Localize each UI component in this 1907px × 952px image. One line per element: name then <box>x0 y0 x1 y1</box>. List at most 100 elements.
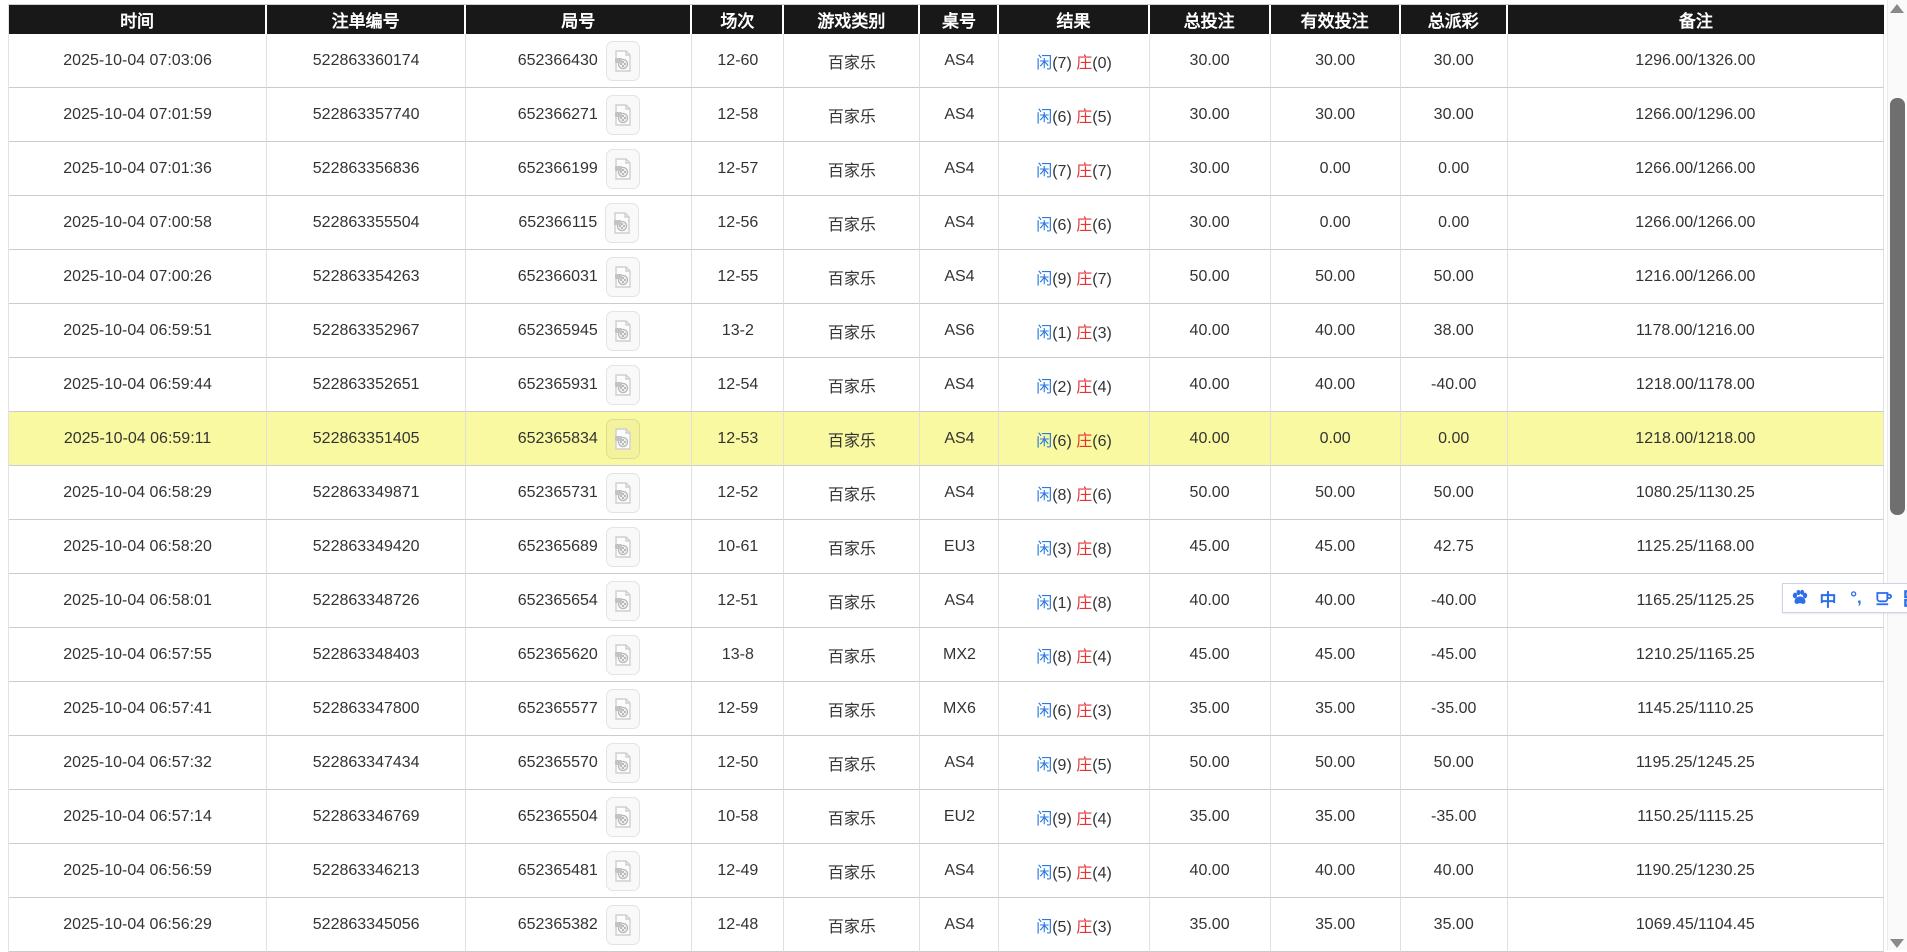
cell-total_bet[interactable]: 50.00 <box>1150 466 1271 520</box>
table-row[interactable]: 2025-10-04 06:58:29522863349871652365731… <box>9 466 1884 520</box>
table-row[interactable]: 2025-10-04 06:56:59522863346213652365481… <box>9 844 1884 898</box>
cell-round_id: 652366271 <box>466 88 692 142</box>
cell-total_bet[interactable]: 40.00 <box>1150 304 1271 358</box>
video-replay-button[interactable] <box>606 851 640 891</box>
table-row[interactable]: 2025-10-04 06:56:29522863345056652365382… <box>9 898 1884 952</box>
vertical-scrollbar-track[interactable] <box>1887 0 1907 950</box>
player-result-label: 闲 <box>1036 487 1052 504</box>
punctuation-mode-toggle[interactable]: °, <box>1845 586 1867 610</box>
table-row[interactable]: 2025-10-04 06:57:32522863347434652365570… <box>9 736 1884 790</box>
player-result-value: (2) <box>1052 379 1076 396</box>
player-result-value: (9) <box>1052 271 1076 288</box>
player-result-label: 闲 <box>1036 703 1052 720</box>
tools-grid-icon[interactable] <box>1901 586 1907 610</box>
cell-game: 百家乐 <box>784 412 920 466</box>
video-replay-button[interactable] <box>606 635 640 675</box>
table-row[interactable]: 2025-10-04 07:01:36522863356836652366199… <box>9 142 1884 196</box>
video-replay-button[interactable] <box>606 41 640 81</box>
round-id-value: 652365577 <box>518 700 598 718</box>
table-row[interactable]: 2025-10-04 06:57:14522863346769652365504… <box>9 790 1884 844</box>
table-row[interactable]: 2025-10-04 06:58:20522863349420652365689… <box>9 520 1884 574</box>
table-row[interactable]: 2025-10-04 06:58:01522863348726652365654… <box>9 574 1884 628</box>
scroll-up-arrow-icon[interactable] <box>1890 4 1904 13</box>
cell-total_bet[interactable]: 30.00 <box>1150 196 1271 250</box>
video-replay-button[interactable] <box>606 743 640 783</box>
video-replay-button[interactable] <box>606 689 640 729</box>
cell-result: 闲(6) 庄(3) <box>999 682 1149 736</box>
vertical-scrollbar-thumb[interactable] <box>1890 98 1905 515</box>
player-result-value: (6) <box>1052 217 1076 234</box>
video-replay-button[interactable] <box>606 797 640 837</box>
table-row[interactable]: 2025-10-04 07:00:58522863355504652366115… <box>9 196 1884 250</box>
cell-round_id: 652365689 <box>466 520 692 574</box>
table-row[interactable]: 2025-10-04 07:01:59522863357740652366271… <box>9 88 1884 142</box>
video-replay-button[interactable] <box>606 473 640 513</box>
input-board-icon[interactable] <box>1873 586 1895 610</box>
round-id-value: 652366031 <box>518 268 598 286</box>
cell-total_bet[interactable]: 30.00 <box>1150 88 1271 142</box>
cell-total_bet[interactable]: 40.00 <box>1150 358 1271 412</box>
cell-round_id: 652365570 <box>466 736 692 790</box>
cell-game: 百家乐 <box>784 898 920 952</box>
cell-result: 闲(9) 庄(5) <box>999 736 1149 790</box>
table-row[interactable]: 2025-10-04 06:59:44522863352651652365931… <box>9 358 1884 412</box>
banker-result-label: 庄 <box>1076 811 1092 828</box>
cell-total_bet[interactable]: 40.00 <box>1150 844 1271 898</box>
cell-payout: 40.00 <box>1401 844 1508 898</box>
cell-payout: 0.00 <box>1401 196 1508 250</box>
video-replay-button[interactable] <box>606 311 640 351</box>
scroll-down-arrow-icon[interactable] <box>1890 939 1904 948</box>
cell-game: 百家乐 <box>784 628 920 682</box>
cell-total_bet[interactable]: 35.00 <box>1150 898 1271 952</box>
cell-valid_bet: 40.00 <box>1271 574 1401 628</box>
video-replay-button[interactable] <box>606 365 640 405</box>
cell-bet_id: 522863346213 <box>267 844 466 898</box>
video-replay-button[interactable] <box>606 581 640 621</box>
table-row[interactable]: 2025-10-04 06:59:51522863352967652365945… <box>9 304 1884 358</box>
chinese-mode-toggle[interactable]: 中 <box>1817 586 1839 610</box>
cell-result: 闲(7) 庄(0) <box>999 34 1149 88</box>
cell-total_bet[interactable]: 40.00 <box>1150 412 1271 466</box>
cell-remark: 1080.25/1130.25 <box>1508 466 1884 520</box>
video-replay-button[interactable] <box>606 95 640 135</box>
table-row[interactable]: 2025-10-04 06:57:41522863347800652365577… <box>9 682 1884 736</box>
cell-total_bet[interactable]: 50.00 <box>1150 250 1271 304</box>
banker-result-label: 庄 <box>1076 595 1092 612</box>
video-replay-button[interactable] <box>605 203 639 243</box>
table-row[interactable]: 2025-10-04 07:03:06522863360174652366430… <box>9 34 1884 88</box>
cell-time: 2025-10-04 06:57:41 <box>9 682 267 736</box>
video-replay-button[interactable] <box>606 527 640 567</box>
round-id-value: 652365620 <box>518 646 598 664</box>
video-replay-button[interactable] <box>606 149 640 189</box>
banker-result-label: 庄 <box>1076 757 1092 774</box>
cell-table_no: AS4 <box>920 466 999 520</box>
cell-total_bet[interactable]: 35.00 <box>1150 682 1271 736</box>
cell-table_no: EU2 <box>920 790 999 844</box>
cell-total_bet[interactable]: 40.00 <box>1150 574 1271 628</box>
round-id-value: 652366199 <box>518 160 598 178</box>
table-row[interactable]: 2025-10-04 06:57:55522863348403652365620… <box>9 628 1884 682</box>
column-header-remark: 备注 <box>1508 5 1884 34</box>
cell-total_bet[interactable]: 30.00 <box>1150 142 1271 196</box>
player-result-value: (9) <box>1052 811 1076 828</box>
column-header-total_bet: 总投注 <box>1150 5 1271 34</box>
table-row[interactable]: 2025-10-04 06:59:11522863351405652365834… <box>9 412 1884 466</box>
cell-session: 12-60 <box>692 34 784 88</box>
cell-bet_id: 522863352967 <box>267 304 466 358</box>
cell-total_bet[interactable]: 30.00 <box>1150 34 1271 88</box>
cell-remark: 1210.25/1165.25 <box>1508 628 1884 682</box>
cell-remark: 1069.45/1104.45 <box>1508 898 1884 952</box>
player-result-label: 闲 <box>1036 433 1052 450</box>
cell-total_bet[interactable]: 45.00 <box>1150 520 1271 574</box>
video-replay-button[interactable] <box>606 419 640 459</box>
cell-total_bet[interactable]: 50.00 <box>1150 736 1271 790</box>
cell-total_bet[interactable]: 35.00 <box>1150 790 1271 844</box>
video-replay-button[interactable] <box>606 905 640 945</box>
baidu-paw-icon[interactable] <box>1789 586 1811 610</box>
banker-result-label: 庄 <box>1076 433 1092 450</box>
video-replay-button[interactable] <box>606 257 640 297</box>
table-row[interactable]: 2025-10-04 07:00:26522863354263652366031… <box>9 250 1884 304</box>
cell-total_bet[interactable]: 45.00 <box>1150 628 1271 682</box>
banker-result-value: (7) <box>1092 163 1112 180</box>
cell-game: 百家乐 <box>784 736 920 790</box>
